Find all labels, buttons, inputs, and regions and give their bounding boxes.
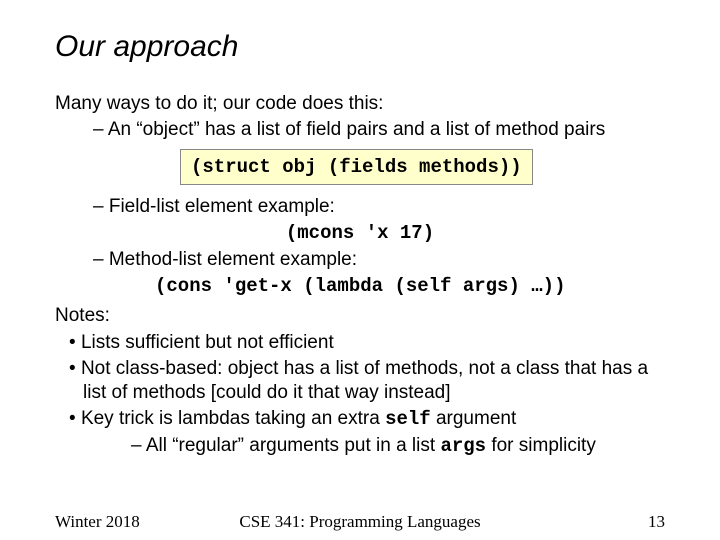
footer-course: CSE 341: Programming Languages — [55, 512, 665, 532]
intro-line: Many ways to do it; our code does this: — [55, 92, 665, 116]
method-example-code: (cons 'get-x (lambda (self args) …)) — [155, 274, 665, 298]
slide-body: Many ways to do it; our code does this: … — [55, 92, 665, 458]
field-example-code: (mcons 'x 17) — [55, 221, 665, 245]
args-keyword: args — [440, 435, 486, 457]
field-list-label: Field-list element example: — [93, 195, 665, 219]
note-2: Not class-based: object has a list of me… — [69, 357, 665, 406]
notes-heading: Notes: — [55, 304, 665, 328]
note-1: Lists sufficient but not efficient — [69, 331, 665, 355]
struct-code: (struct obj (fields methods)) — [180, 149, 533, 185]
note-3-sub-a: All “regular” arguments put in a list — [146, 435, 441, 456]
note-3-sub: All “regular” arguments put in a list ar… — [131, 434, 665, 458]
slide: Our approach Many ways to do it; our cod… — [0, 0, 720, 540]
note-3-text-b: argument — [431, 408, 517, 429]
note-3-sub-b: for simplicity — [486, 435, 596, 456]
note-3: Key trick is lambdas taking an extra sel… — [69, 407, 665, 431]
method-list-label: Method-list element example: — [93, 248, 665, 272]
note-3-text-a: Key trick is lambdas taking an extra — [81, 408, 385, 429]
footer-page-number: 13 — [648, 512, 665, 532]
slide-title: Our approach — [55, 30, 665, 64]
self-keyword: self — [385, 408, 431, 430]
object-def-line: An “object” has a list of field pairs an… — [93, 118, 665, 142]
